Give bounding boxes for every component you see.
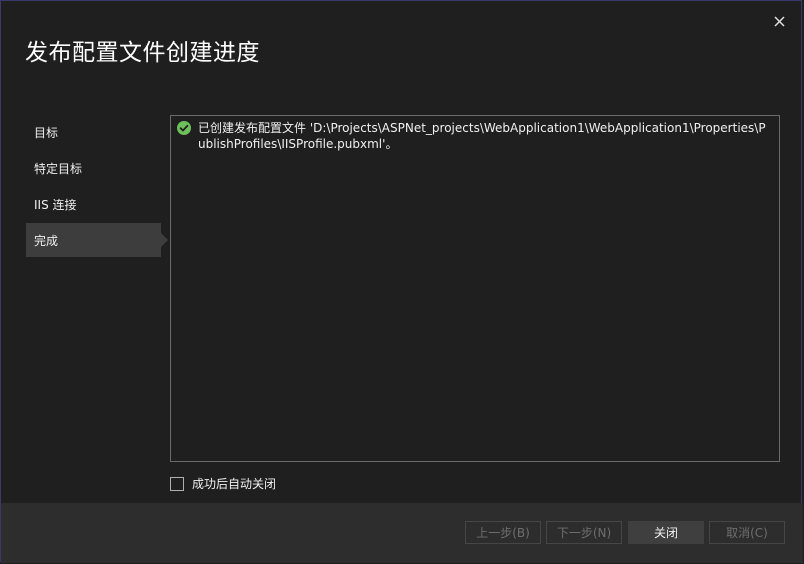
success-check-icon (177, 121, 191, 135)
nav-item-specific-target[interactable]: 特定目标 (26, 151, 161, 185)
dialog-title: 发布配置文件创建进度 (25, 40, 260, 66)
nav-item-finish[interactable]: 完成 (26, 223, 168, 257)
close-on-success-option[interactable]: 成功后自动关闭 (170, 475, 276, 492)
nav-item-label: 完成 (34, 233, 59, 248)
close-icon (773, 15, 785, 27)
close-on-success-checkbox[interactable] (170, 476, 184, 491)
close-on-success-label: 成功后自动关闭 (192, 477, 277, 491)
nav-item-iis-connection[interactable]: IIS 连接 (26, 187, 161, 221)
previous-button[interactable]: 上一步(B) (465, 521, 541, 544)
wizard-steps-nav: 目标 特定目标 IIS 连接 完成 (26, 115, 168, 259)
log-entry: 已创建发布配置文件 'D:\Projects\ASPNet_projects\W… (177, 120, 773, 152)
nav-item-label: 特定目标 (34, 161, 83, 176)
close-button[interactable]: 关闭 (628, 521, 704, 544)
close-window-button[interactable] (767, 9, 791, 33)
progress-log-panel: 已创建发布配置文件 'D:\Projects\ASPNet_projects\W… (170, 115, 780, 462)
dialog-footer: 上一步(B) 下一步(N) 关闭 取消(C) (1, 503, 803, 563)
publish-profile-dialog: 发布配置文件创建进度 目标 特定目标 IIS 连接 完成 已创建发布配置文件 '… (0, 0, 803, 563)
cancel-button[interactable]: 取消(C) (709, 521, 785, 544)
next-button[interactable]: 下一步(N) (546, 521, 622, 544)
log-entry-text: 已创建发布配置文件 'D:\Projects\ASPNet_projects\W… (198, 121, 766, 151)
nav-item-label: 目标 (34, 125, 59, 140)
nav-item-target[interactable]: 目标 (26, 115, 161, 149)
nav-item-label: IIS 连接 (34, 197, 77, 212)
